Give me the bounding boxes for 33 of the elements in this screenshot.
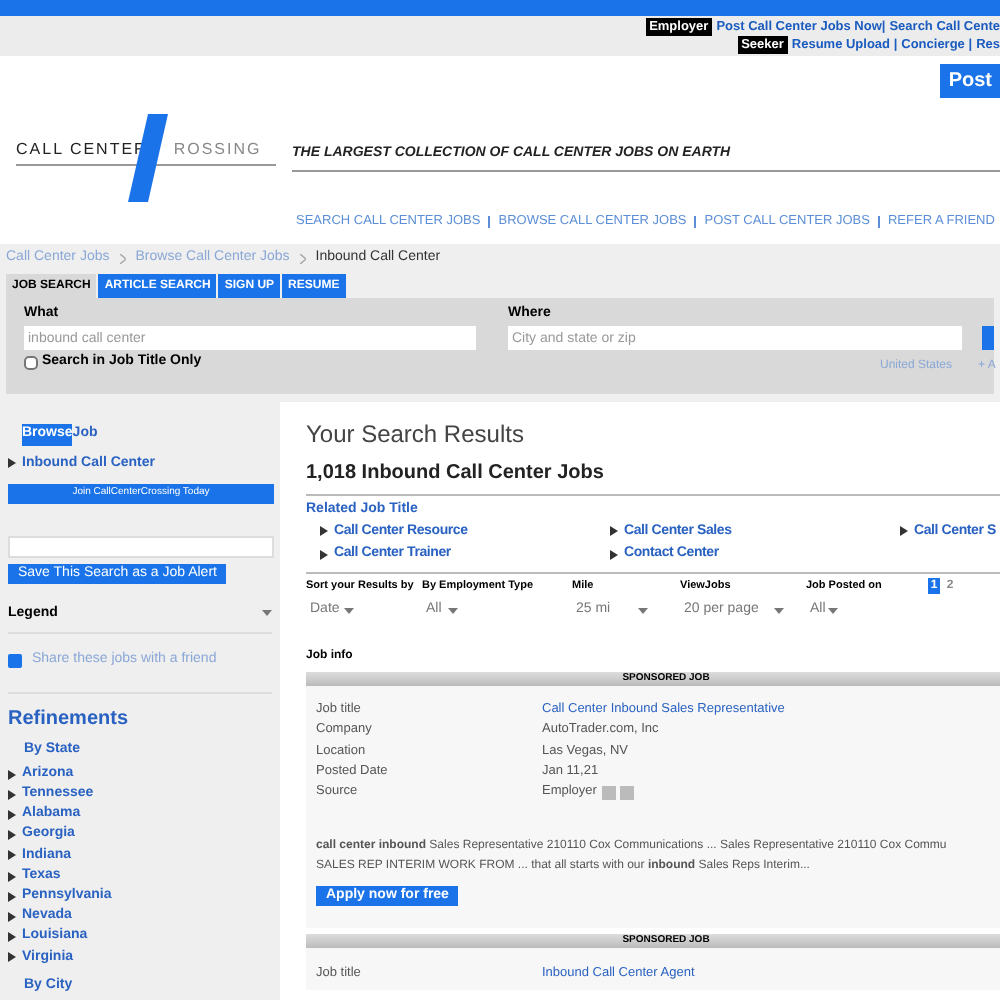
bullet-icon [610, 549, 618, 560]
title-only-checkbox[interactable] [24, 355, 38, 370]
bullet-icon [320, 526, 328, 537]
bullet-icon [8, 911, 16, 922]
alert-email-field[interactable] [8, 536, 274, 558]
bullet-icon [8, 769, 16, 780]
caret-icon[interactable] [262, 610, 272, 617]
chevron-icon [299, 253, 306, 263]
logo-text: ROSSING [173, 140, 262, 160]
bullet-icon [900, 526, 908, 537]
caret-icon [774, 607, 784, 614]
bullet-icon [8, 952, 16, 963]
share-icon[interactable] [8, 653, 22, 668]
bullet-icon [8, 891, 16, 902]
bullet-icon [610, 526, 618, 537]
results-count: 1,018 Inbound Call Center Jobs [306, 458, 1000, 496]
bullet-icon [8, 871, 16, 882]
refinements-heading: Refinements [8, 705, 131, 733]
caret-icon [344, 607, 354, 614]
search-button[interactable] [982, 326, 994, 350]
bullet-icon [8, 850, 16, 861]
bullet-icon [8, 830, 16, 841]
caret-icon [448, 607, 458, 614]
bullet-icon [8, 458, 16, 469]
bullet-icon [8, 809, 16, 820]
results-heading: Your Search Results [306, 418, 526, 452]
caret-icon [638, 607, 648, 614]
post-button[interactable]: Post [940, 64, 1000, 98]
bullet-icon [8, 932, 16, 943]
bullet-icon [8, 789, 16, 800]
caret-icon [828, 607, 838, 614]
bullet-icon [320, 549, 328, 560]
chevron-icon [119, 253, 126, 263]
